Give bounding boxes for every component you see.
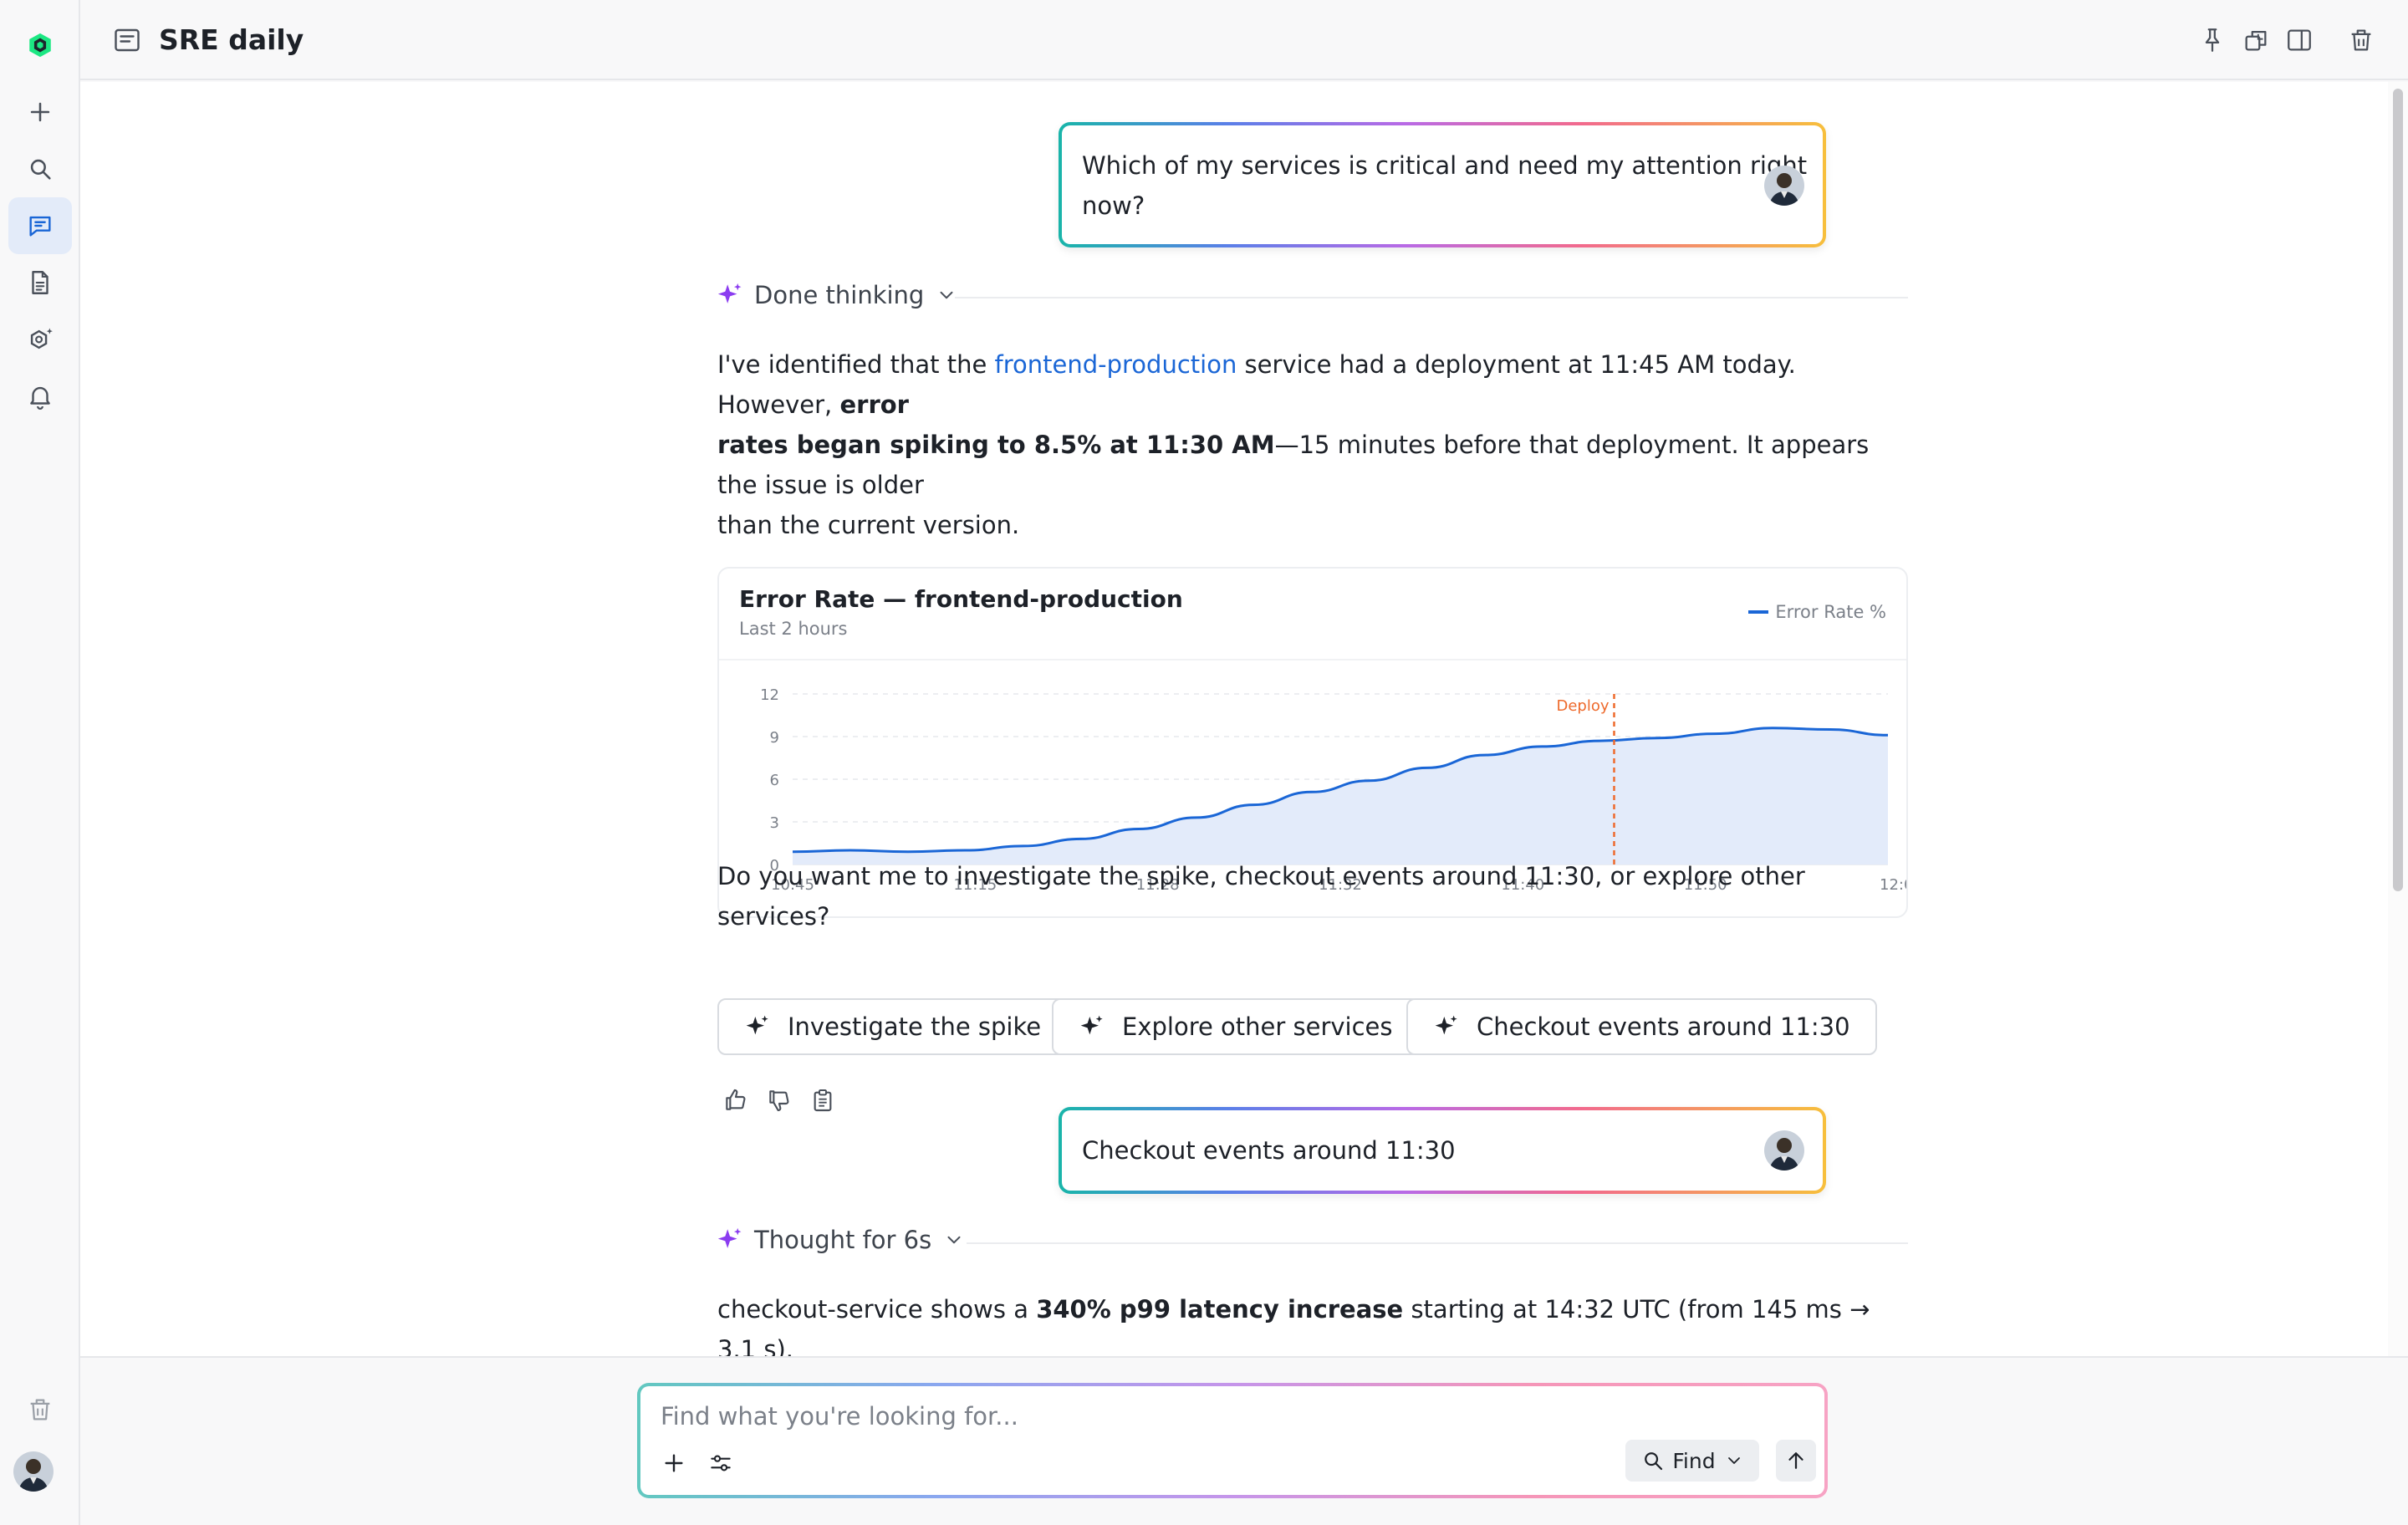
toggle-panel-button[interactable] [2283,23,2316,57]
clipboard-icon [814,1089,832,1112]
suggestion-explore-services[interactable]: Explore other services [1052,998,1420,1055]
thinking-label: Thought for 6s [754,1226,932,1254]
bell-icon [30,386,50,410]
sidebar-search-button[interactable] [8,140,72,197]
document-icon [32,271,48,294]
pin-button[interactable] [2196,23,2229,57]
delete-button[interactable] [2344,23,2378,57]
trash-icon [30,1399,50,1420]
user-message: Checkout events around 11:30 [1059,1107,1826,1194]
y-tick-label: 12 [760,686,779,704]
avatar [13,1451,54,1492]
duplicate-icon [2245,30,2267,51]
avatar [1764,1130,1804,1171]
followup-question: Do you want me to investigate the spike,… [717,862,1805,931]
thumbs-up-icon [726,1089,746,1110]
chevron-down-icon [924,284,957,306]
scroll-thumb[interactable] [2393,89,2403,891]
series-area [793,727,1888,865]
thumbs-down-icon [769,1090,789,1112]
sparkle-icon [1435,1015,1457,1035]
new-relic-logo-icon [29,33,51,58]
user-avatar [1764,166,1804,206]
sparkle-icon [716,1226,744,1254]
deploy-label: Deploy [1556,697,1609,715]
chat-scrollbar[interactable] [2388,82,2408,1356]
chart-legend: Error Rate % [1748,602,1886,622]
y-tick-label: 9 [770,729,779,747]
divider [967,1242,1908,1244]
suggestion-investigate-spike[interactable]: Investigate the spike [717,998,1069,1055]
sliders-icon [711,1455,731,1471]
search-icon [30,159,51,180]
user-avatar [1764,1130,1804,1171]
sparkle-icon [746,1015,768,1035]
thinking-toggle[interactable]: Done thinking [716,281,957,309]
sidebar-trash-button[interactable] [8,1381,72,1438]
legend-label: Error Rate % [1775,602,1886,622]
chat-icon [29,216,51,237]
settings-button[interactable] [704,1445,737,1482]
sidebar-documents-button[interactable] [8,254,72,311]
plus-icon [665,1454,683,1472]
hexagon-sparkle-icon [30,328,53,349]
sidebar [0,0,80,1525]
y-tick-label: 3 [770,814,779,832]
thumbs-down-button[interactable] [766,1087,796,1117]
assistant-answer: I've identified that the frontend-produc… [717,350,1870,539]
sidebar-new-button[interactable] [8,84,72,140]
assistant-answer: checkout-service shows a 340% p99 latenc… [717,1295,1870,1356]
sparkle-icon [716,281,744,309]
sidebar-agents-button[interactable] [8,311,72,368]
new-relic-logo[interactable] [8,17,72,74]
plus-icon [30,102,50,122]
chat-area: Which of my services is critical and nee… [80,82,2388,1356]
trash-icon [2351,29,2371,51]
notebook-icon [115,28,140,52]
service-link[interactable]: frontend-production [995,350,1237,379]
thinking-label: Done thinking [754,281,925,309]
legend-swatch [1748,610,1769,614]
chart-divider [719,659,1906,660]
duplicate-button[interactable] [2239,23,2273,57]
user-message-text: Checkout events around 11:30 [1082,1136,1456,1165]
arrow-up-icon [1788,1452,1803,1469]
avatar [1764,166,1804,206]
top-bar [80,0,2408,80]
chart-subtitle: Last 2 hours [739,619,848,639]
mode-dropdown[interactable]: Find [1625,1440,1759,1482]
user-message: Which of my services is critical and nee… [1059,122,1826,247]
copy-button[interactable] [809,1087,839,1117]
sparkle-icon [1080,1015,1103,1035]
composer: Find [637,1383,1828,1498]
y-tick-label: 6 [770,772,779,789]
attach-button[interactable] [657,1445,691,1482]
chart-title: Error Rate — frontend-production [739,585,1183,613]
user-message-text: Which of my services is critical and nee… [1082,151,1808,220]
page-title: SRE daily [159,23,304,56]
user-avatar[interactable] [13,1451,54,1492]
chevron-down-icon [931,1229,965,1251]
suggestion-checkout-events[interactable]: Checkout events around 11:30 [1406,998,1877,1055]
sidebar-alerts-button[interactable] [8,368,72,425]
chevron-down-icon [1727,1457,1740,1464]
prompt-input[interactable] [661,1398,1747,1435]
thinking-toggle[interactable]: Thought for 6s [716,1226,965,1254]
thumbs-up-button[interactable] [722,1087,752,1117]
divider [955,297,1908,298]
panel-icon [2288,29,2311,51]
mode-label: Find [1672,1448,1716,1473]
search-icon [1645,1452,1663,1471]
send-button[interactable] [1776,1440,1816,1482]
sidebar-chat-button[interactable] [8,197,72,254]
pin-icon [2205,28,2220,52]
